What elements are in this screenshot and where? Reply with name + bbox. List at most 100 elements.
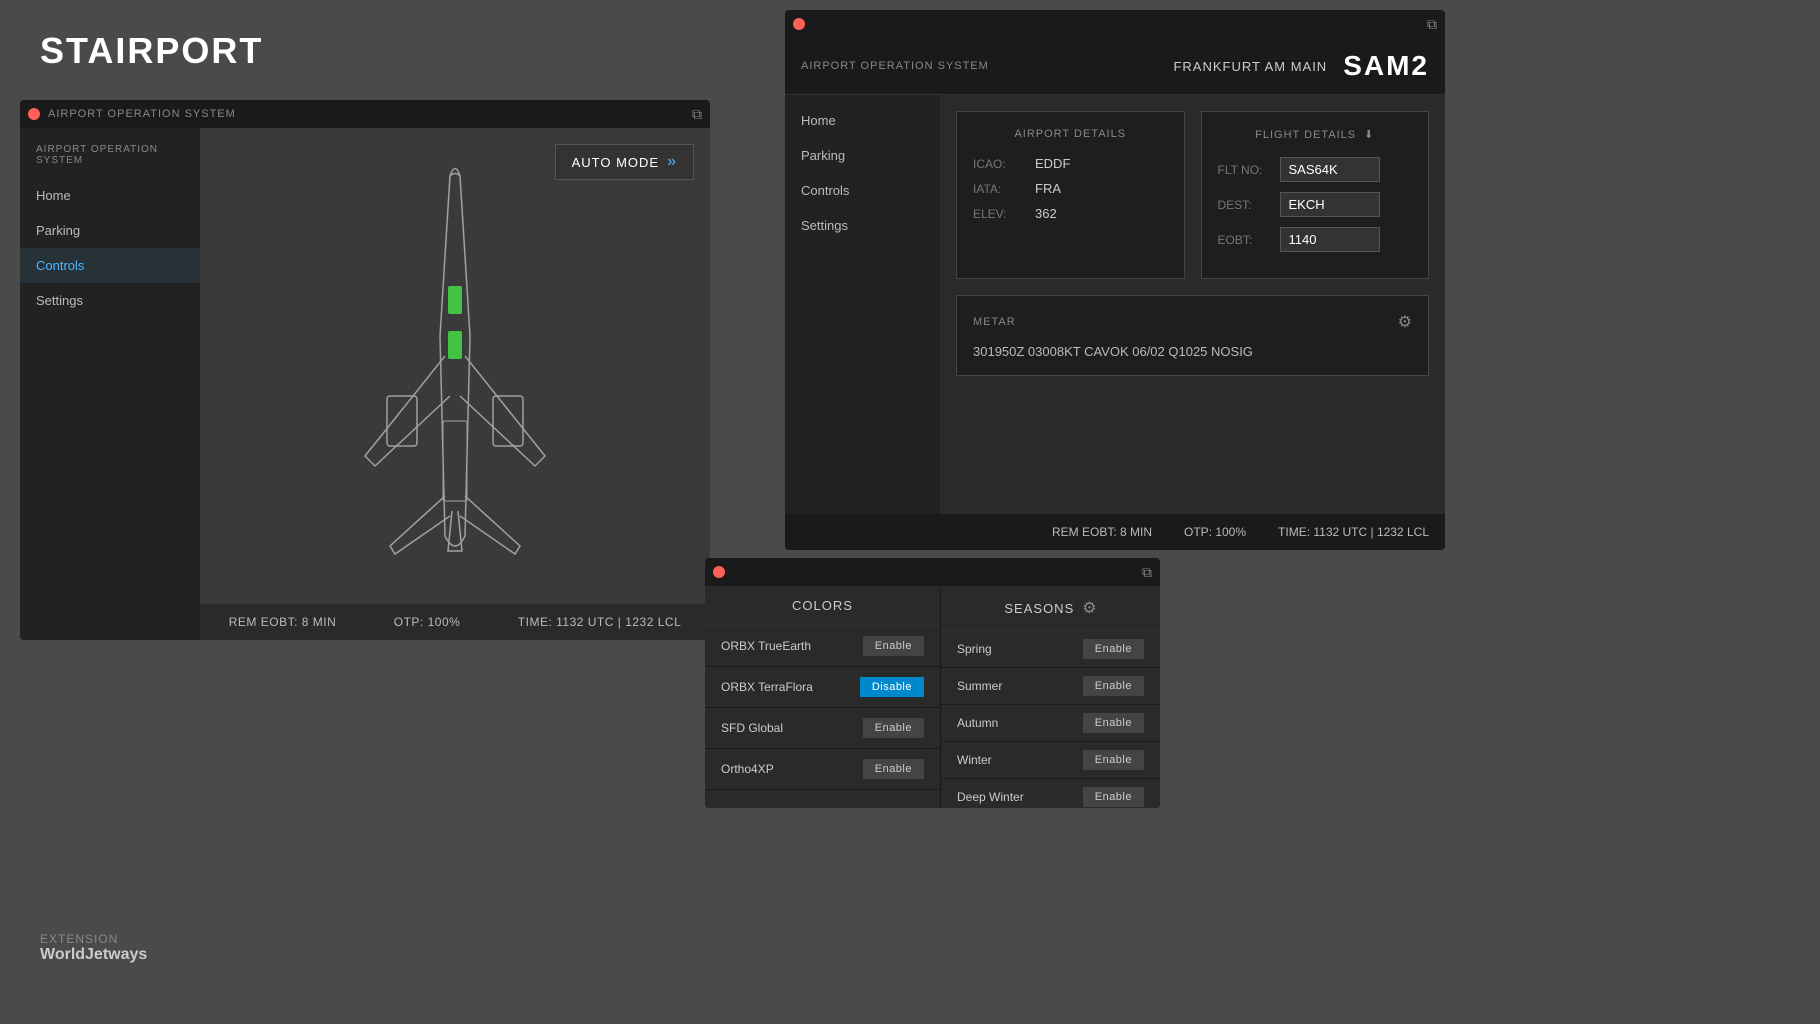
aos-airport-name: FRANKFURT AM MAIN <box>1173 59 1327 74</box>
spring-button[interactable]: Enable <box>1083 639 1144 659</box>
main-status-bar: REM EOBT: 8 MIN OTP: 100% TIME: 1132 UTC… <box>200 604 710 640</box>
colors-panel-header: COLORS <box>705 586 940 626</box>
aos-sidebar-parking[interactable]: Parking <box>785 138 940 173</box>
iata-row: IATA: FRA <box>973 181 1168 196</box>
colors-panel: COLORS ORBX TrueEarth Enable ORBX TerraF… <box>705 586 940 808</box>
flt-no-label: FLT NO: <box>1218 163 1268 177</box>
colors-close-button[interactable] <box>713 566 725 578</box>
eobt-input[interactable] <box>1280 227 1380 252</box>
flight-details-title: FLIGHT DETAILS <box>1255 129 1356 141</box>
dest-label: DEST: <box>1218 198 1268 212</box>
season-autumn: Autumn Enable <box>941 705 1160 742</box>
stairport-logo: STAIRPORT <box>40 30 263 72</box>
autumn-button[interactable]: Enable <box>1083 713 1144 733</box>
dest-input[interactable] <box>1280 192 1380 217</box>
aos-main-content: AIRPORT DETAILS ICAO: EDDF IATA: FRA ELE… <box>940 95 1445 550</box>
aos-status-bar: REM EOBT: 8 MIN OTP: 100% TIME: 1132 UTC… <box>785 514 1445 550</box>
summer-label: Summer <box>957 679 1002 693</box>
colors-seasons-window: ⧉ COLORS ORBX TrueEarth Enable ORBX Terr… <box>705 558 1160 808</box>
download-icon[interactable]: ⬇ <box>1364 128 1374 141</box>
aircraft-display <box>200 128 710 604</box>
orbx-terraflora-button[interactable]: Disable <box>860 677 924 697</box>
flight-details-card: FLIGHT DETAILS ⬇ FLT NO: DEST: EOBT: <box>1201 111 1430 279</box>
sidebar-item-settings[interactable]: Settings <box>20 283 200 318</box>
ortho4xp-label: Ortho4XP <box>721 762 774 776</box>
extension-name: WorldJetways <box>40 946 147 964</box>
aos-header: AIRPORT OPERATION SYSTEM FRANKFURT AM MA… <box>785 38 1445 95</box>
seasons-gear-icon[interactable]: ⚙ <box>1082 598 1096 618</box>
logo-text: STAIRPORT <box>40 30 263 72</box>
season-winter: Winter Enable <box>941 742 1160 779</box>
rem-eobt-label: REM EOBT: <box>229 615 298 629</box>
time-status: TIME: 1132 UTC | 1232 LCL <box>518 615 681 629</box>
metar-card: METAR ⚙ 301950Z 03008KT CAVOK 06/02 Q102… <box>956 295 1429 376</box>
rem-eobt-status: REM EOBT: 8 MIN <box>229 615 337 629</box>
flt-no-row: FLT NO: <box>1218 157 1413 182</box>
colors-title-bar: ⧉ <box>705 558 1160 586</box>
time-label: TIME: <box>518 615 553 629</box>
aos-time: TIME: 1132 UTC | 1232 LCL <box>1278 525 1429 539</box>
extension-label: EXTENSION <box>40 932 147 946</box>
season-summer: Summer Enable <box>941 668 1160 705</box>
spring-label: Spring <box>957 642 992 656</box>
orbx-terraflora-label: ORBX TerraFlora <box>721 680 813 694</box>
winter-label: Winter <box>957 753 992 767</box>
sidebar-title: AIRPORT OPERATION SYSTEM <box>20 136 200 178</box>
metar-header: METAR ⚙ <box>973 312 1412 332</box>
seasons-panel: SEASONS ⚙ Spring Enable Summer Enable Au… <box>940 586 1160 808</box>
sfd-global-button[interactable]: Enable <box>863 718 924 738</box>
rem-eobt-value: 8 MIN <box>302 615 337 629</box>
deep-winter-button[interactable]: Enable <box>1083 787 1144 807</box>
ortho4xp-button[interactable]: Enable <box>863 759 924 779</box>
dest-row: DEST: <box>1218 192 1413 217</box>
season-deep-winter: Deep Winter Enable <box>941 779 1160 808</box>
aos-copy-icon[interactable]: ⧉ <box>1427 16 1437 33</box>
main-close-button[interactable] <box>28 108 40 120</box>
icao-label: ICAO: <box>973 157 1023 171</box>
summer-button[interactable]: Enable <box>1083 676 1144 696</box>
aircraft-svg <box>315 156 595 576</box>
main-copy-icon[interactable]: ⧉ <box>692 106 702 123</box>
winter-button[interactable]: Enable <box>1083 750 1144 770</box>
main-title-bar: AIRPORT OPERATION SYSTEM ⧉ <box>20 100 710 128</box>
colors-window-body: COLORS ORBX TrueEarth Enable ORBX TerraF… <box>705 586 1160 808</box>
colors-ortho4xp: Ortho4XP Enable <box>705 749 940 790</box>
eobt-label: EOBT: <box>1218 233 1268 247</box>
orbx-trueearth-button[interactable]: Enable <box>863 636 924 656</box>
colors-copy-icon[interactable]: ⧉ <box>1142 564 1152 581</box>
main-sidebar: AIRPORT OPERATION SYSTEM Home Parking Co… <box>20 128 200 640</box>
extension-info: EXTENSION WorldJetways <box>40 932 147 964</box>
sidebar-item-parking[interactable]: Parking <box>20 213 200 248</box>
aos-sidebar-home[interactable]: Home <box>785 103 940 138</box>
chevrons-icon: » <box>667 153 677 171</box>
aos-brand: FRANKFURT AM MAIN SAM2 <box>1173 50 1429 82</box>
main-window-title: AIRPORT OPERATION SYSTEM <box>48 108 684 120</box>
main-window: AIRPORT OPERATION SYSTEM ⧉ AIRPORT OPERA… <box>20 100 710 640</box>
auto-mode-button[interactable]: AUTO MODE » <box>555 144 694 180</box>
sidebar-item-controls[interactable]: Controls <box>20 248 200 283</box>
airport-details-card: AIRPORT DETAILS ICAO: EDDF IATA: FRA ELE… <box>956 111 1185 279</box>
aos-rem-eobt: REM EOBT: 8 MIN <box>1052 525 1152 539</box>
elev-row: ELEV: 362 <box>973 206 1168 221</box>
deep-winter-label: Deep Winter <box>957 790 1024 804</box>
iata-value: FRA <box>1035 181 1061 196</box>
aos-sidebar: Home Parking Controls Settings <box>785 95 940 550</box>
seasons-header: SEASONS ⚙ <box>941 586 1160 631</box>
main-content-area: AUTO MODE » <box>200 128 710 640</box>
time-value: 1132 UTC | 1232 LCL <box>556 615 681 629</box>
aos-sidebar-settings[interactable]: Settings <box>785 208 940 243</box>
aos-close-button[interactable] <box>793 18 805 30</box>
aos-window-title: AIRPORT OPERATION SYSTEM <box>801 60 989 72</box>
otp-value: 100% <box>428 615 461 629</box>
orbx-trueearth-label: ORBX TrueEarth <box>721 639 811 653</box>
auto-mode-label: AUTO MODE <box>572 155 660 170</box>
sidebar-item-home[interactable]: Home <box>20 178 200 213</box>
metar-gear-icon[interactable]: ⚙ <box>1398 312 1412 332</box>
details-row: AIRPORT DETAILS ICAO: EDDF IATA: FRA ELE… <box>956 111 1429 279</box>
icao-value: EDDF <box>1035 156 1070 171</box>
sam2-logo: SAM2 <box>1343 50 1429 82</box>
flt-no-input[interactable] <box>1280 157 1380 182</box>
sfd-global-label: SFD Global <box>721 721 783 735</box>
elev-value: 362 <box>1035 206 1057 221</box>
aos-sidebar-controls[interactable]: Controls <box>785 173 940 208</box>
